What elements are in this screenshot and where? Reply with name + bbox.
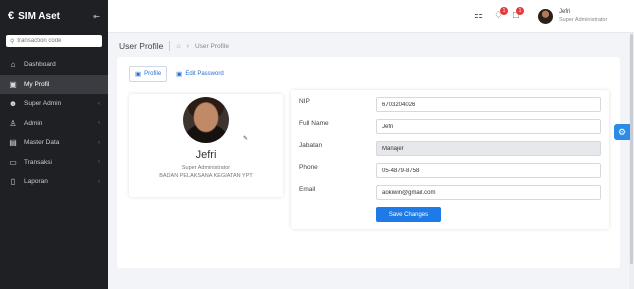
sidebar-item-laporan[interactable]: ▯ Laporan ‹ <box>0 172 108 192</box>
edit-avatar-icon[interactable]: ✎ <box>243 135 248 142</box>
save-changes-button[interactable]: Save Changes <box>376 207 441 222</box>
tab-profile[interactable]: ▣ Profile <box>129 66 168 82</box>
email-field[interactable] <box>376 185 601 200</box>
chevron-right-icon: › <box>186 42 189 50</box>
sidebar-item-my-profil[interactable]: ▣ My Profil <box>0 74 108 94</box>
tab-label: Profile <box>144 71 162 77</box>
database-icon: ▤ <box>9 138 17 148</box>
sidebar-item-label: Laporan <box>24 178 48 186</box>
tab-label: Edit Password <box>185 71 224 77</box>
apps-grid-icon[interactable]: ⚏ <box>474 10 483 21</box>
logo-icon: € <box>8 10 15 22</box>
topbar: ⚏ ♢ 1 □ 1 Jefri Super Administrator <box>108 0 634 33</box>
fullname-field[interactable] <box>376 119 601 134</box>
sidebar: € SIM Aset ⇤ ⚲ ⌂ Dashboard ▣ My Profil ☻… <box>0 0 108 289</box>
sidebar-item-label: My Profil <box>24 80 50 88</box>
sidebar-item-super-admin[interactable]: ☻ Super Admin ‹ <box>0 94 108 114</box>
sidebar-item-transaksi[interactable]: ▭ Transaksi ‹ <box>0 153 108 173</box>
phone-field[interactable] <box>376 163 601 178</box>
collapse-sidebar-icon[interactable]: ⇤ <box>93 12 100 21</box>
home-icon: ⌂ <box>10 60 16 70</box>
avatar[interactable] <box>538 9 553 24</box>
transaction-icon: ▭ <box>9 157 17 167</box>
breadcrumb-divider <box>169 41 171 51</box>
topbar-user-role: Super Administrator <box>559 17 608 23</box>
scrollbar-thumb[interactable] <box>630 34 633 264</box>
notification-bell-icon[interactable]: ♢ 1 <box>494 7 508 21</box>
users-icon: ☻ <box>8 99 18 109</box>
sidebar-item-label: Master Data <box>24 139 60 147</box>
chevron-left-icon: ‹ <box>98 100 100 107</box>
chevron-left-icon: ‹ <box>98 120 100 127</box>
sidebar-item-label: Super Admin <box>24 100 62 108</box>
key-card-icon: ▣ <box>176 71 183 78</box>
sidebar-item-label: Transaksi <box>24 158 52 166</box>
chevron-left-icon: ‹ <box>98 139 100 146</box>
sidebar-item-admin[interactable]: ♙ Admin ‹ <box>0 114 108 134</box>
notification-badge: 1 <box>499 7 508 15</box>
app-title: SIM Aset <box>18 10 60 22</box>
profile-role: Super Administrator <box>181 165 231 171</box>
topbar-user-name[interactable]: Jefri <box>559 9 570 15</box>
message-badge: 1 <box>516 7 525 15</box>
settings-gear-icon[interactable]: ⚙ <box>614 124 630 140</box>
chevron-left-icon: ‹ <box>98 178 100 185</box>
report-icon: ▯ <box>10 177 16 187</box>
profile-name: Jefri <box>195 149 217 161</box>
tab-edit-password[interactable]: ▣ Edit Password <box>171 66 229 82</box>
breadcrumb: User Profile ⌂ › User Profile <box>119 41 229 51</box>
home-icon[interactable]: ⌂ <box>176 43 180 50</box>
brand: € SIM Aset ⇤ <box>0 0 108 32</box>
search-icon: ⚲ <box>10 38 15 45</box>
fullname-label: Full Name <box>299 120 329 127</box>
sidebar-item-master-data[interactable]: ▤ Master Data ‹ <box>0 133 108 153</box>
profile-form: NIP Full Name Jabatan Phone Email Save C… <box>291 90 609 229</box>
breadcrumb-current: User Profile <box>194 42 229 50</box>
profile-organization: BADAN PELAKSANA KEGIATAN YPT <box>159 173 253 179</box>
sidebar-item-label: Dashboard <box>24 61 56 69</box>
profile-avatar <box>183 97 229 143</box>
profile-card-icon: ▣ <box>9 79 17 89</box>
nip-label: NIP <box>299 98 310 105</box>
chevron-left-icon: ‹ <box>98 159 100 166</box>
email-label: Email <box>299 186 316 193</box>
profile-panel: ▣ Profile ▣ Edit Password ✎ Jefri Super … <box>117 57 620 268</box>
page-title: User Profile <box>119 41 164 51</box>
jabatan-label: Jabatan <box>299 142 323 149</box>
id-card-icon: ▣ <box>135 71 142 78</box>
user-icon: ♙ <box>9 118 17 128</box>
sidebar-item-dashboard[interactable]: ⌂ Dashboard <box>0 55 108 75</box>
profile-summary-card: ✎ Jefri Super Administrator BADAN PELAKS… <box>129 94 283 197</box>
nip-field[interactable] <box>376 97 601 112</box>
phone-label: Phone <box>299 164 318 171</box>
jabatan-field <box>376 141 601 156</box>
search-input[interactable] <box>17 38 98 44</box>
tab-bar: ▣ Profile ▣ Edit Password <box>129 66 229 82</box>
message-icon[interactable]: □ 1 <box>513 7 525 21</box>
search-box: ⚲ <box>6 35 102 47</box>
sidebar-item-label: Admin <box>24 119 43 127</box>
